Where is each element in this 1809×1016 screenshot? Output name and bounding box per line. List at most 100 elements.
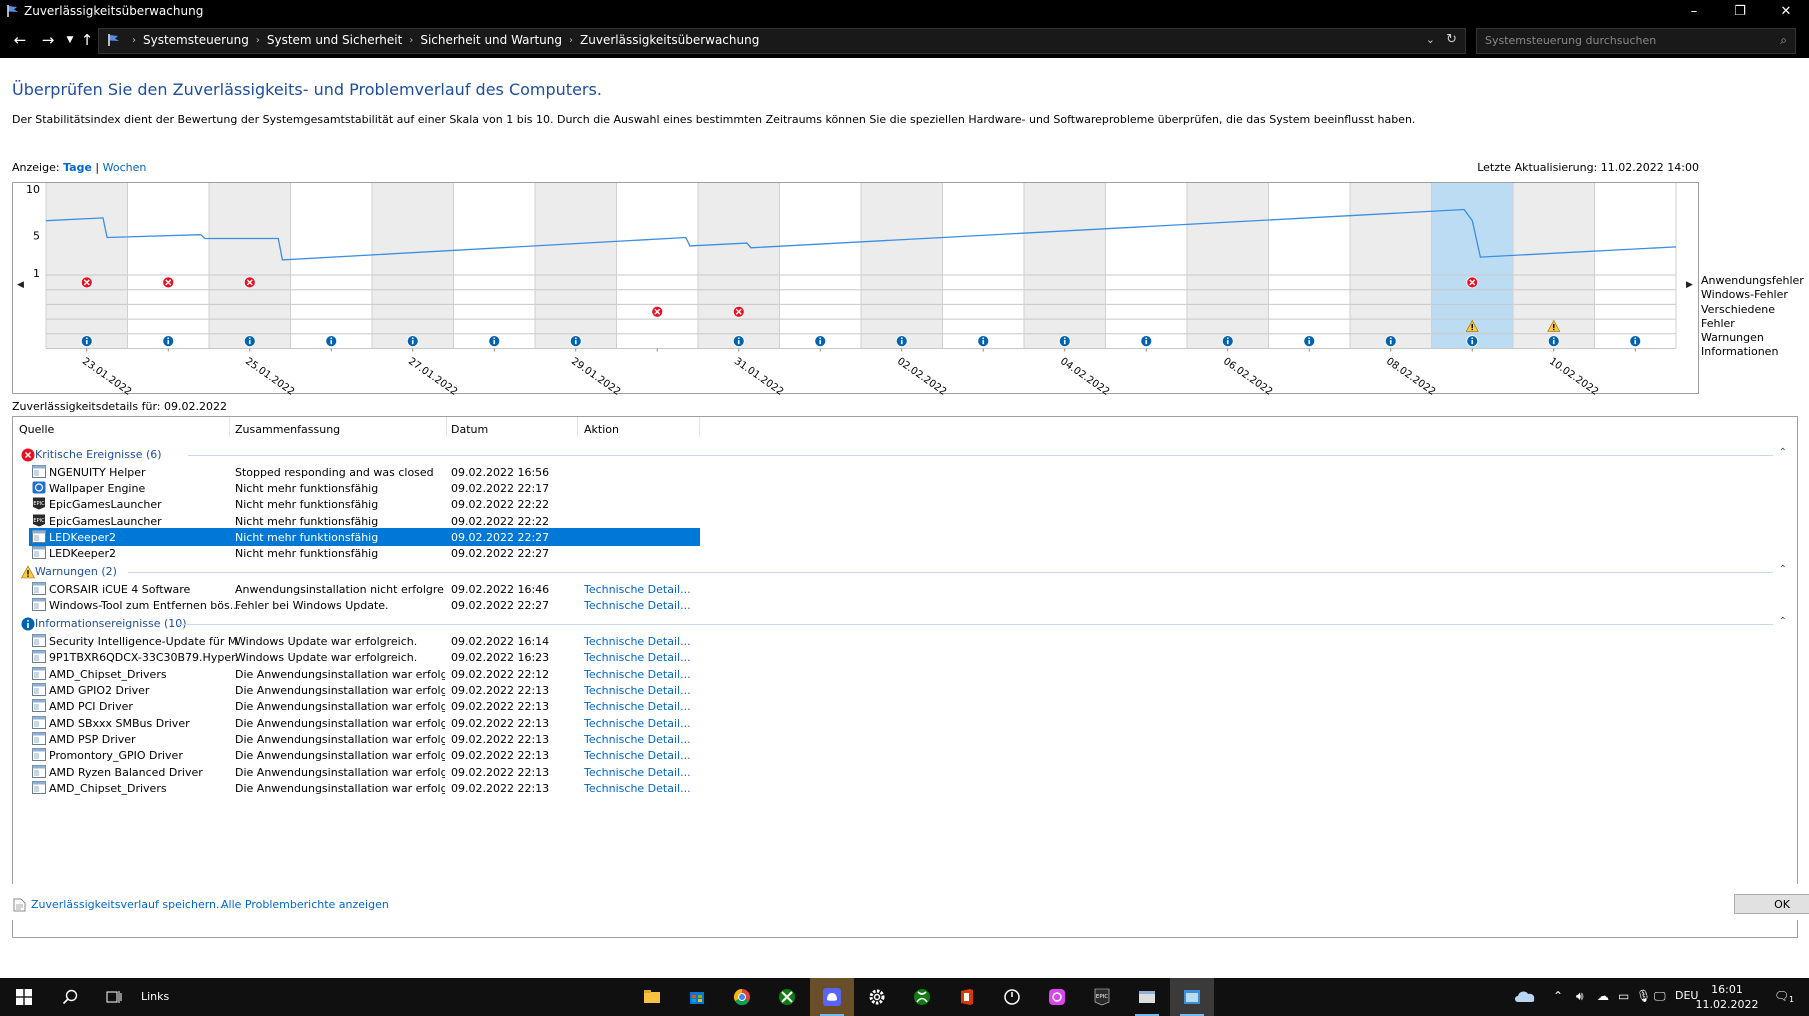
day-column[interactable] xyxy=(453,183,536,349)
cell-action-link[interactable]: Technische Detail... xyxy=(584,599,704,612)
forward-arrow-icon[interactable]: → xyxy=(38,30,58,50)
view-weeks-link[interactable]: Wochen xyxy=(103,161,147,174)
cell-action-link[interactable]: Technische Detail... xyxy=(584,766,704,779)
collapse-chevron-icon[interactable]: ⌃ xyxy=(1779,564,1787,575)
breadcrumb-current[interactable]: Zuverlässigkeitsüberwachung xyxy=(580,33,759,47)
column-header-action[interactable]: Aktion xyxy=(584,423,619,436)
settings-icon[interactable] xyxy=(855,978,899,1016)
table-row[interactable]: 9P1TBXR6QDCX-33C30B79.Hyper... Windows Up… xyxy=(13,648,1797,666)
chart-scroll-right-icon[interactable]: ▶ xyxy=(1686,280,1693,290)
search-icon[interactable]: ⌕ xyxy=(1780,33,1787,48)
day-column[interactable] xyxy=(1594,183,1677,349)
day-column[interactable] xyxy=(372,183,454,349)
cell-action-link[interactable]: Technische Detail... xyxy=(584,635,704,648)
column-divider[interactable] xyxy=(577,417,578,437)
cell-action-link[interactable]: Technische Detail... xyxy=(584,700,704,713)
group-label[interactable]: Warnungen (2) xyxy=(35,565,117,578)
taskbar-links-toolbar[interactable]: Links xyxy=(141,990,169,1003)
cell-action-link[interactable]: Technische Detail... xyxy=(584,717,704,730)
notification-center-icon[interactable]: 🗨︎ xyxy=(1774,989,1789,1003)
address-field[interactable]: › Systemsteuerung › System und Sicherhei… xyxy=(98,28,1466,54)
brave-icon[interactable] xyxy=(1035,978,1079,1016)
group-header-info[interactable]: Informationsereignisse (10) ⌃ xyxy=(13,615,1797,633)
chart-scroll-left-icon[interactable]: ◀ xyxy=(17,280,24,290)
all-problem-reports-link[interactable]: Alle Problemberichte anzeigen xyxy=(221,898,389,911)
search-input[interactable] xyxy=(1485,34,1765,47)
office-icon[interactable] xyxy=(945,978,989,1016)
file-explorer-icon[interactable] xyxy=(630,978,674,1016)
cell-action-link[interactable]: Technische Detail... xyxy=(584,668,704,681)
view-days-link[interactable]: Tage xyxy=(63,161,92,174)
column-divider[interactable] xyxy=(229,417,230,437)
day-column[interactable] xyxy=(535,183,617,349)
cell-action-link[interactable]: Technische Detail... xyxy=(584,733,704,746)
day-column[interactable] xyxy=(209,183,291,349)
column-divider[interactable] xyxy=(699,417,700,437)
day-column[interactable] xyxy=(861,183,943,349)
column-divider[interactable] xyxy=(446,417,447,437)
cell-action-link[interactable]: Technische Detail... xyxy=(584,782,704,795)
ok-button[interactable]: OK xyxy=(1734,894,1809,914)
cell-action-link[interactable]: Technische Detail... xyxy=(584,583,704,596)
cloud-status-icon[interactable]: ☁︎ xyxy=(1597,989,1609,1003)
reliability-monitor-icon[interactable] xyxy=(1170,978,1214,1016)
group-label[interactable]: Informationsereignisse (10) xyxy=(35,617,187,630)
breadcrumb-sicherheit-und-wartung[interactable]: Sicherheit und Wartung xyxy=(420,33,562,47)
group-label[interactable]: Kritische Ereignisse (6) xyxy=(35,448,162,461)
collapse-chevron-icon[interactable]: ⌃ xyxy=(1779,447,1787,458)
collapse-chevron-icon[interactable]: ⌃ xyxy=(1779,616,1787,627)
back-arrow-icon[interactable]: ← xyxy=(10,30,30,50)
address-dropdown-icon[interactable]: ⌄ xyxy=(1426,33,1435,46)
epic-games-icon[interactable]: EPIC xyxy=(1080,978,1124,1016)
volume-icon[interactable]: 🔊︎ xyxy=(1576,989,1584,1004)
xbox-app-icon[interactable] xyxy=(765,978,809,1016)
store-icon[interactable] xyxy=(675,978,719,1016)
day-column[interactable] xyxy=(290,183,373,349)
day-column[interactable] xyxy=(698,183,780,349)
cell-action-link[interactable]: Technische Detail... xyxy=(584,749,704,762)
day-column[interactable] xyxy=(616,183,699,349)
column-header-summary[interactable]: Zusammenfassung xyxy=(235,423,340,436)
usb-device-icon[interactable]: ▭ xyxy=(1618,989,1629,1003)
close-button[interactable]: ✕ xyxy=(1763,0,1809,22)
day-column[interactable] xyxy=(1268,183,1351,349)
group-header-warning[interactable]: Warnungen (2) ⌃ xyxy=(13,563,1797,581)
cell-action-link[interactable]: Technische Detail... xyxy=(584,684,704,697)
chrome-icon[interactable] xyxy=(720,978,764,1016)
ngenuity-icon[interactable] xyxy=(990,978,1034,1016)
up-arrow-icon[interactable]: ↑ xyxy=(77,30,97,50)
day-column[interactable] xyxy=(1187,183,1269,349)
group-header-error[interactable]: Kritische Ereignisse (6) ⌃ xyxy=(13,446,1797,464)
day-column[interactable] xyxy=(127,183,210,349)
table-row[interactable]: Promontory_GPIO Driver Die Anwendungsinst… xyxy=(13,746,1797,764)
breadcrumb-system-und-sicherheit[interactable]: System und Sicherheit xyxy=(267,33,403,47)
search-field[interactable]: ⌕ xyxy=(1476,28,1796,54)
table-row[interactable]: AMD_Chipset_Drivers Die Anwendungsinstall… xyxy=(13,779,1797,797)
maximize-button[interactable]: ❐ xyxy=(1717,0,1763,22)
microphone-icon[interactable]: 🎙︎ xyxy=(1636,989,1651,1003)
network-icon[interactable]: 🖵 xyxy=(1654,989,1666,1004)
day-column[interactable] xyxy=(46,183,128,349)
table-row[interactable]: Windows-Tool zum Entfernen bös... Fehler … xyxy=(13,596,1797,614)
breadcrumb-systemsteuerung[interactable]: Systemsteuerung xyxy=(143,33,249,47)
taskbar-search-icon[interactable] xyxy=(48,978,92,1016)
task-view-icon[interactable] xyxy=(92,978,136,1016)
day-column[interactable] xyxy=(1105,183,1188,349)
stability-chart-svg[interactable]: 10 5 1 23.01.2022 25.01.2022 27.01.2022 29.01.… xyxy=(13,183,1700,395)
day-column[interactable] xyxy=(1350,183,1432,349)
explorer-window-icon[interactable] xyxy=(1125,978,1169,1016)
system-clock[interactable]: 16:01 11.02.2022 xyxy=(1692,982,1762,1012)
column-header-date[interactable]: Datum xyxy=(451,423,488,436)
column-header-source[interactable]: Quelle xyxy=(19,423,54,436)
refresh-icon[interactable]: ↻ xyxy=(1446,32,1457,47)
show-hidden-icons-chevron-icon[interactable]: ⌃ xyxy=(1553,989,1563,1003)
day-column[interactable] xyxy=(942,183,1025,349)
day-column[interactable] xyxy=(1024,183,1106,349)
minimize-button[interactable]: – xyxy=(1671,0,1717,22)
onedrive-cloud-icon[interactable] xyxy=(1514,989,1536,1006)
discord-icon[interactable] xyxy=(810,978,854,1016)
table-row[interactable]: EPIC EpicGamesLauncher Nicht mehr funktion… xyxy=(13,495,1797,513)
stability-chart[interactable]: 10 5 1 23.01.2022 25.01.2022 27.01.2022 29.01.… xyxy=(12,182,1700,395)
table-row[interactable]: LEDKeeper2 Nicht mehr funktionsfähig 09.02… xyxy=(13,544,1797,562)
save-history-link[interactable]: Zuverlässigkeitsverlauf speichern... xyxy=(31,898,227,911)
